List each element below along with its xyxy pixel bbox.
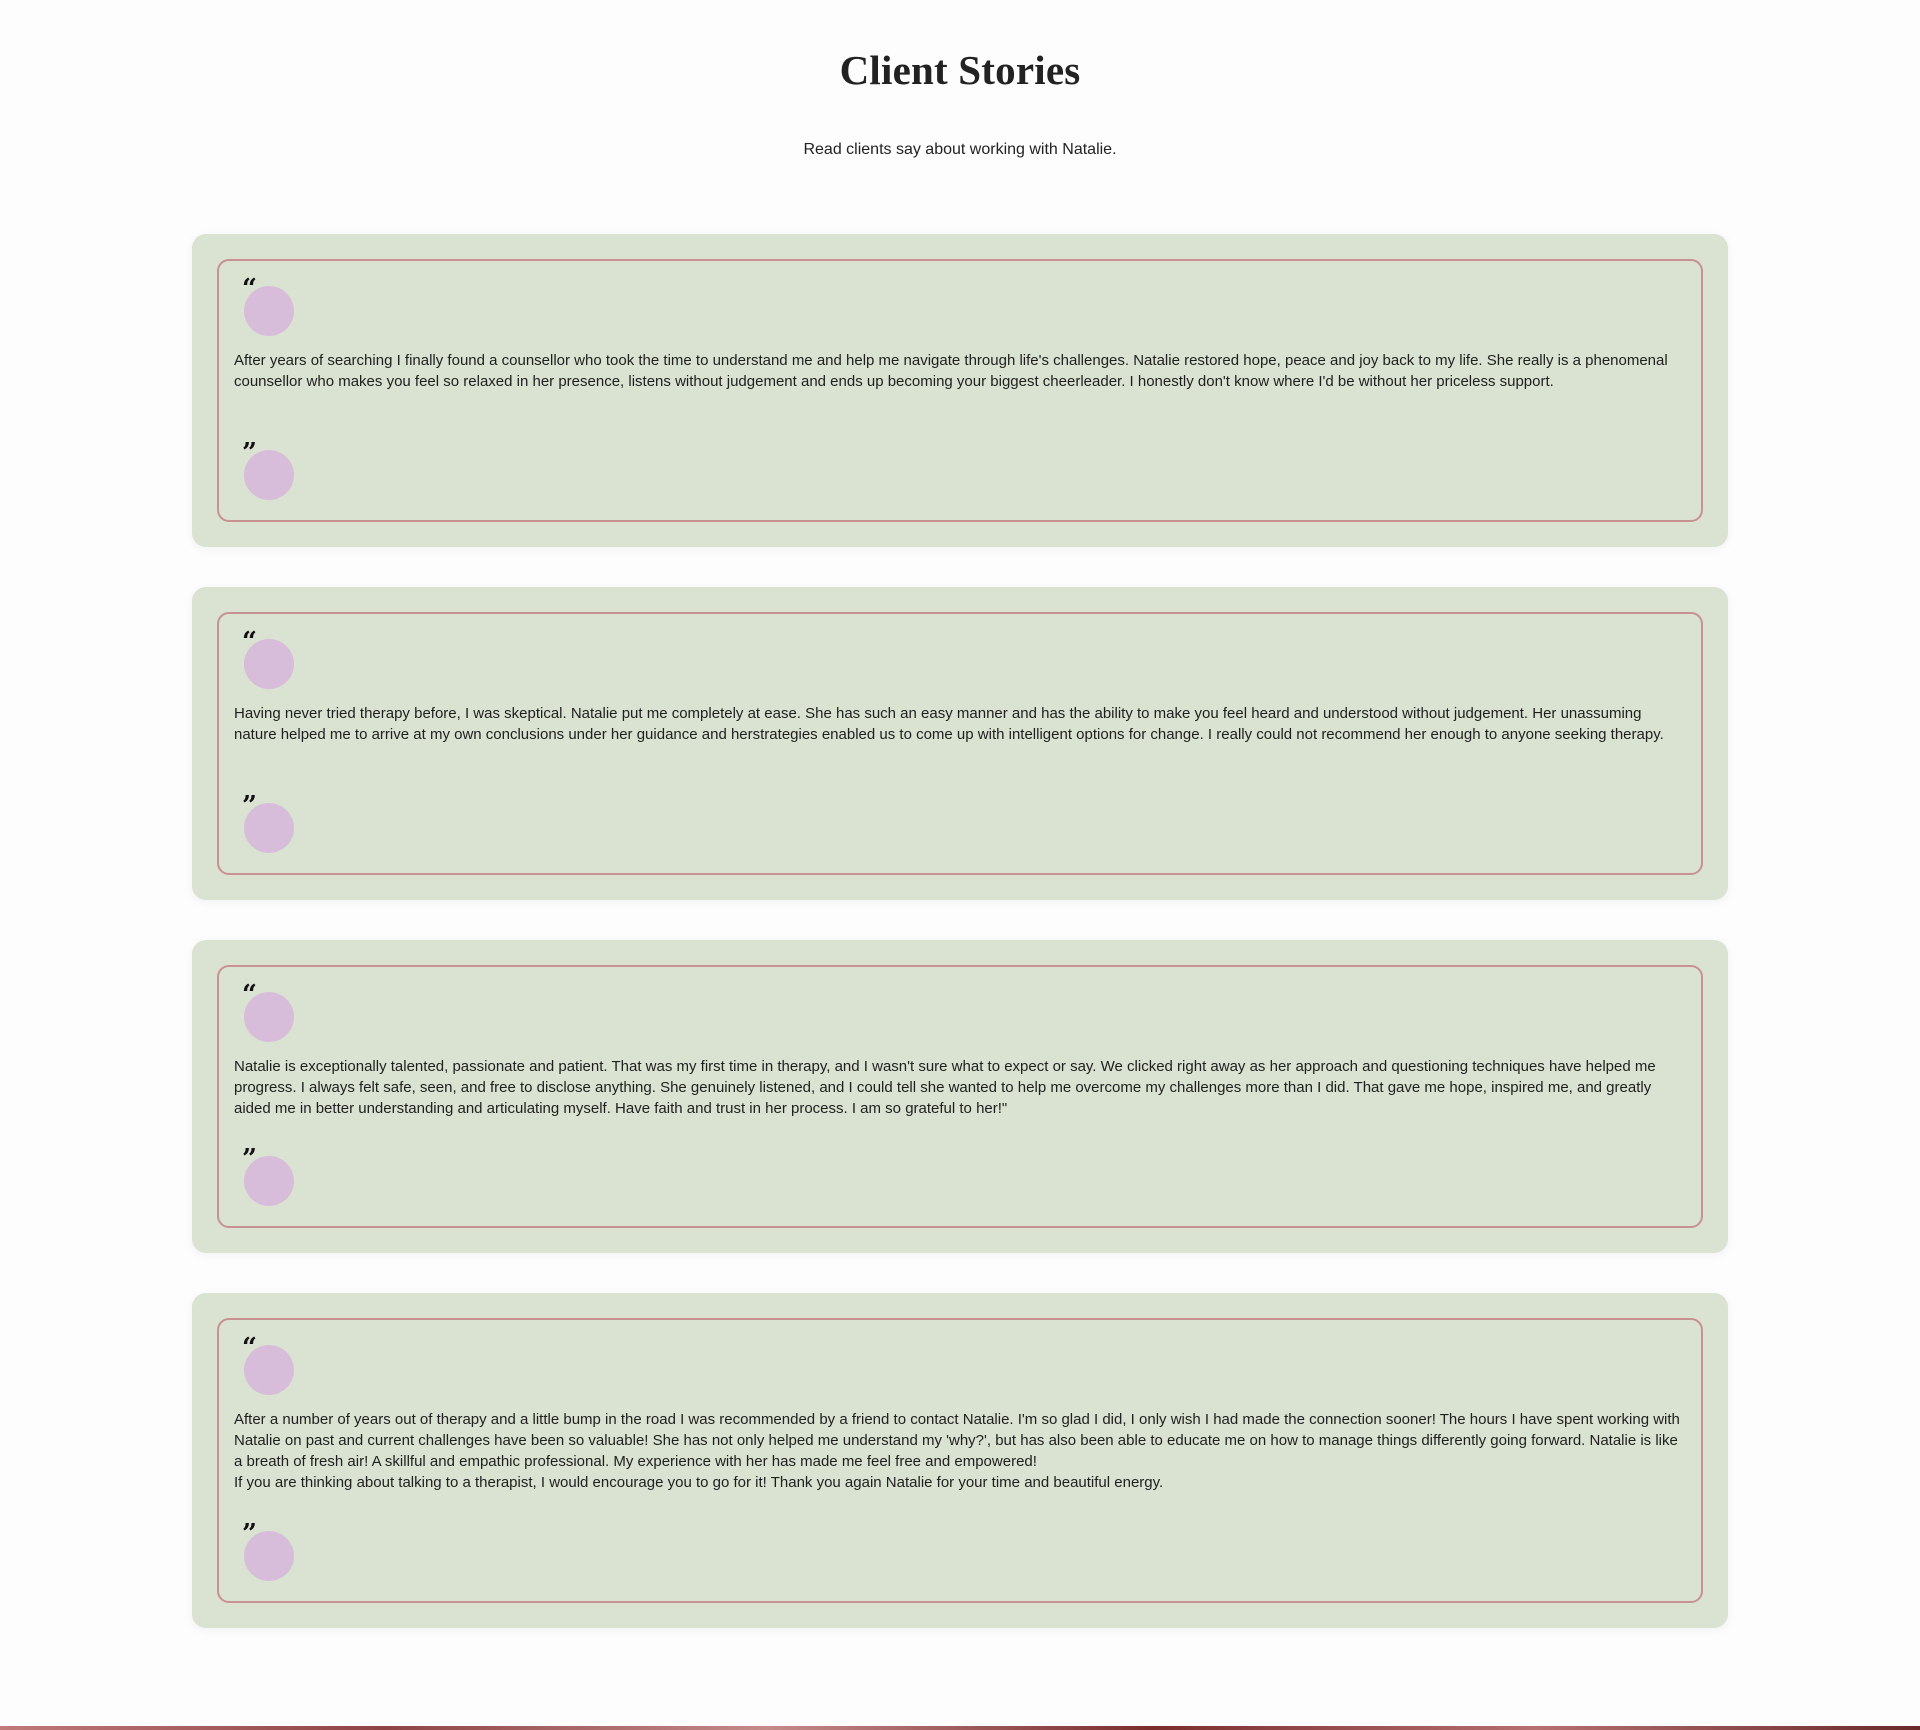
testimonial-card: “ After years of searching I finally fou… <box>192 234 1728 547</box>
opening-quote-badge: “ <box>242 982 294 1042</box>
page-subtitle: Read clients say about working with Nata… <box>803 141 1117 158</box>
testimonial-frame: “ Natalie is exceptionally talented, pas… <box>217 965 1703 1228</box>
testimonial-frame: “ After years of searching I finally fou… <box>217 259 1703 522</box>
opening-quote-badge: “ <box>242 1335 294 1395</box>
opening-quote-icon: “ <box>242 1333 257 1363</box>
opening-quote-badge: “ <box>242 629 294 689</box>
closing-quote-icon: ” <box>242 1144 257 1174</box>
closing-quote-badge: ” <box>242 1146 294 1206</box>
testimonial-card: “ Having never tried therapy before, I w… <box>192 587 1728 900</box>
testimonial-text: After years of searching I finally found… <box>234 352 1668 390</box>
testimonial-text: Having never tried therapy before, I was… <box>234 705 1664 743</box>
testimonial-frame: “ After a number of years out of therapy… <box>217 1318 1703 1603</box>
opening-quote-icon: “ <box>242 980 257 1010</box>
testimonial-card: “ After a number of years out of therapy… <box>192 1293 1728 1628</box>
testimonial-text: Natalie is exceptionally talented, passi… <box>234 1058 1656 1117</box>
testimonial-frame: “ Having never tried therapy before, I w… <box>217 612 1703 875</box>
testimonial-card: “ Natalie is exceptionally talented, pas… <box>192 940 1728 1253</box>
closing-quote-badge: ” <box>242 793 294 853</box>
closing-quote-icon: ” <box>242 1519 257 1549</box>
opening-quote-badge: “ <box>242 276 294 336</box>
testimonial-text: After a number of years out of therapy a… <box>234 1411 1680 1491</box>
closing-quote-badge: ” <box>242 440 294 500</box>
page-title: Client Stories <box>839 47 1081 93</box>
footer-edge-bar <box>0 1726 1920 1730</box>
opening-quote-icon: “ <box>242 274 257 304</box>
closing-quote-icon: ” <box>242 438 257 468</box>
closing-quote-icon: ” <box>242 791 257 821</box>
closing-quote-badge: ” <box>242 1521 294 1581</box>
opening-quote-icon: “ <box>242 627 257 657</box>
